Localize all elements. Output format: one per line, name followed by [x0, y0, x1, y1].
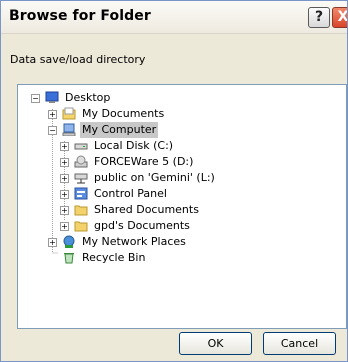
- tree-item[interactable]: Recycle Bin: [48, 250, 308, 266]
- collapse-toggle[interactable]: −: [48, 126, 57, 135]
- tree-item-label[interactable]: public on 'Gemini' (L:): [92, 170, 217, 186]
- window-title: Browse for Folder: [9, 8, 151, 24]
- cancel-button[interactable]: Cancel: [263, 332, 336, 355]
- tree-item[interactable]: + Local Disk (C:): [60, 138, 320, 154]
- tree-item[interactable]: + public on 'Gemini' (L:): [60, 170, 320, 186]
- expand-toggle[interactable]: +: [60, 206, 69, 215]
- network-drive-icon: [74, 173, 88, 184]
- tree-item[interactable]: + My Network Places: [48, 234, 308, 250]
- help-button[interactable]: ?: [308, 7, 330, 28]
- tree-item-label[interactable]: Control Panel: [92, 186, 169, 202]
- folder-icon: [74, 205, 88, 216]
- tree-item-label[interactable]: My Computer: [80, 122, 159, 138]
- browse-folder-dialog: Browse for Folder ? X Data save/load dir…: [0, 0, 348, 362]
- expand-toggle[interactable]: +: [60, 222, 69, 231]
- expand-toggle[interactable]: +: [48, 238, 57, 247]
- tree-item[interactable]: + Shared Documents: [60, 202, 320, 218]
- tree-item-label[interactable]: Recycle Bin: [80, 250, 147, 266]
- my-documents-icon: [62, 107, 76, 120]
- tree-item-label[interactable]: gpd's Documents: [92, 218, 192, 234]
- tree-item[interactable]: − Desktop: [31, 90, 291, 106]
- tree-item[interactable]: + FORCEWare 5 (D:): [60, 154, 320, 170]
- tree-item-label[interactable]: Local Disk (C:): [92, 138, 175, 154]
- tree-item-label[interactable]: My Network Places: [80, 234, 188, 250]
- close-button[interactable]: X: [332, 7, 347, 28]
- expand-toggle[interactable]: +: [60, 190, 69, 199]
- folder-tree[interactable]: − Desktop + My Documents − My Computer + Local …: [17, 84, 347, 329]
- desktop-icon: [45, 91, 59, 103]
- my-computer-icon: [62, 123, 76, 136]
- control-panel-icon: [74, 187, 88, 200]
- cd-drive-icon: [74, 155, 88, 168]
- tree-item-label[interactable]: Shared Documents: [92, 202, 201, 218]
- tree-item[interactable]: + My Documents: [48, 106, 308, 122]
- expand-toggle[interactable]: +: [48, 110, 57, 119]
- tree-item[interactable]: + Control Panel: [60, 186, 320, 202]
- folder-icon: [74, 221, 88, 232]
- collapse-toggle[interactable]: −: [31, 94, 40, 103]
- expand-toggle[interactable]: +: [60, 158, 69, 167]
- local-disk-icon: [74, 143, 88, 150]
- network-places-icon: [63, 235, 75, 248]
- title-bar[interactable]: Browse for Folder ? X: [1, 1, 347, 34]
- ok-button[interactable]: OK: [179, 332, 252, 355]
- tree-item-label[interactable]: Desktop: [63, 90, 112, 106]
- expand-toggle[interactable]: +: [60, 142, 69, 151]
- prompt-text: Data save/load directory: [10, 53, 146, 66]
- tree-item-label[interactable]: My Documents: [80, 106, 166, 122]
- expand-toggle[interactable]: +: [60, 174, 69, 183]
- tree-item-label[interactable]: FORCEWare 5 (D:): [92, 154, 195, 170]
- recycle-bin-icon: [64, 253, 74, 264]
- tree-item[interactable]: − My Computer: [48, 122, 308, 138]
- tree-item[interactable]: + gpd's Documents: [60, 218, 320, 234]
